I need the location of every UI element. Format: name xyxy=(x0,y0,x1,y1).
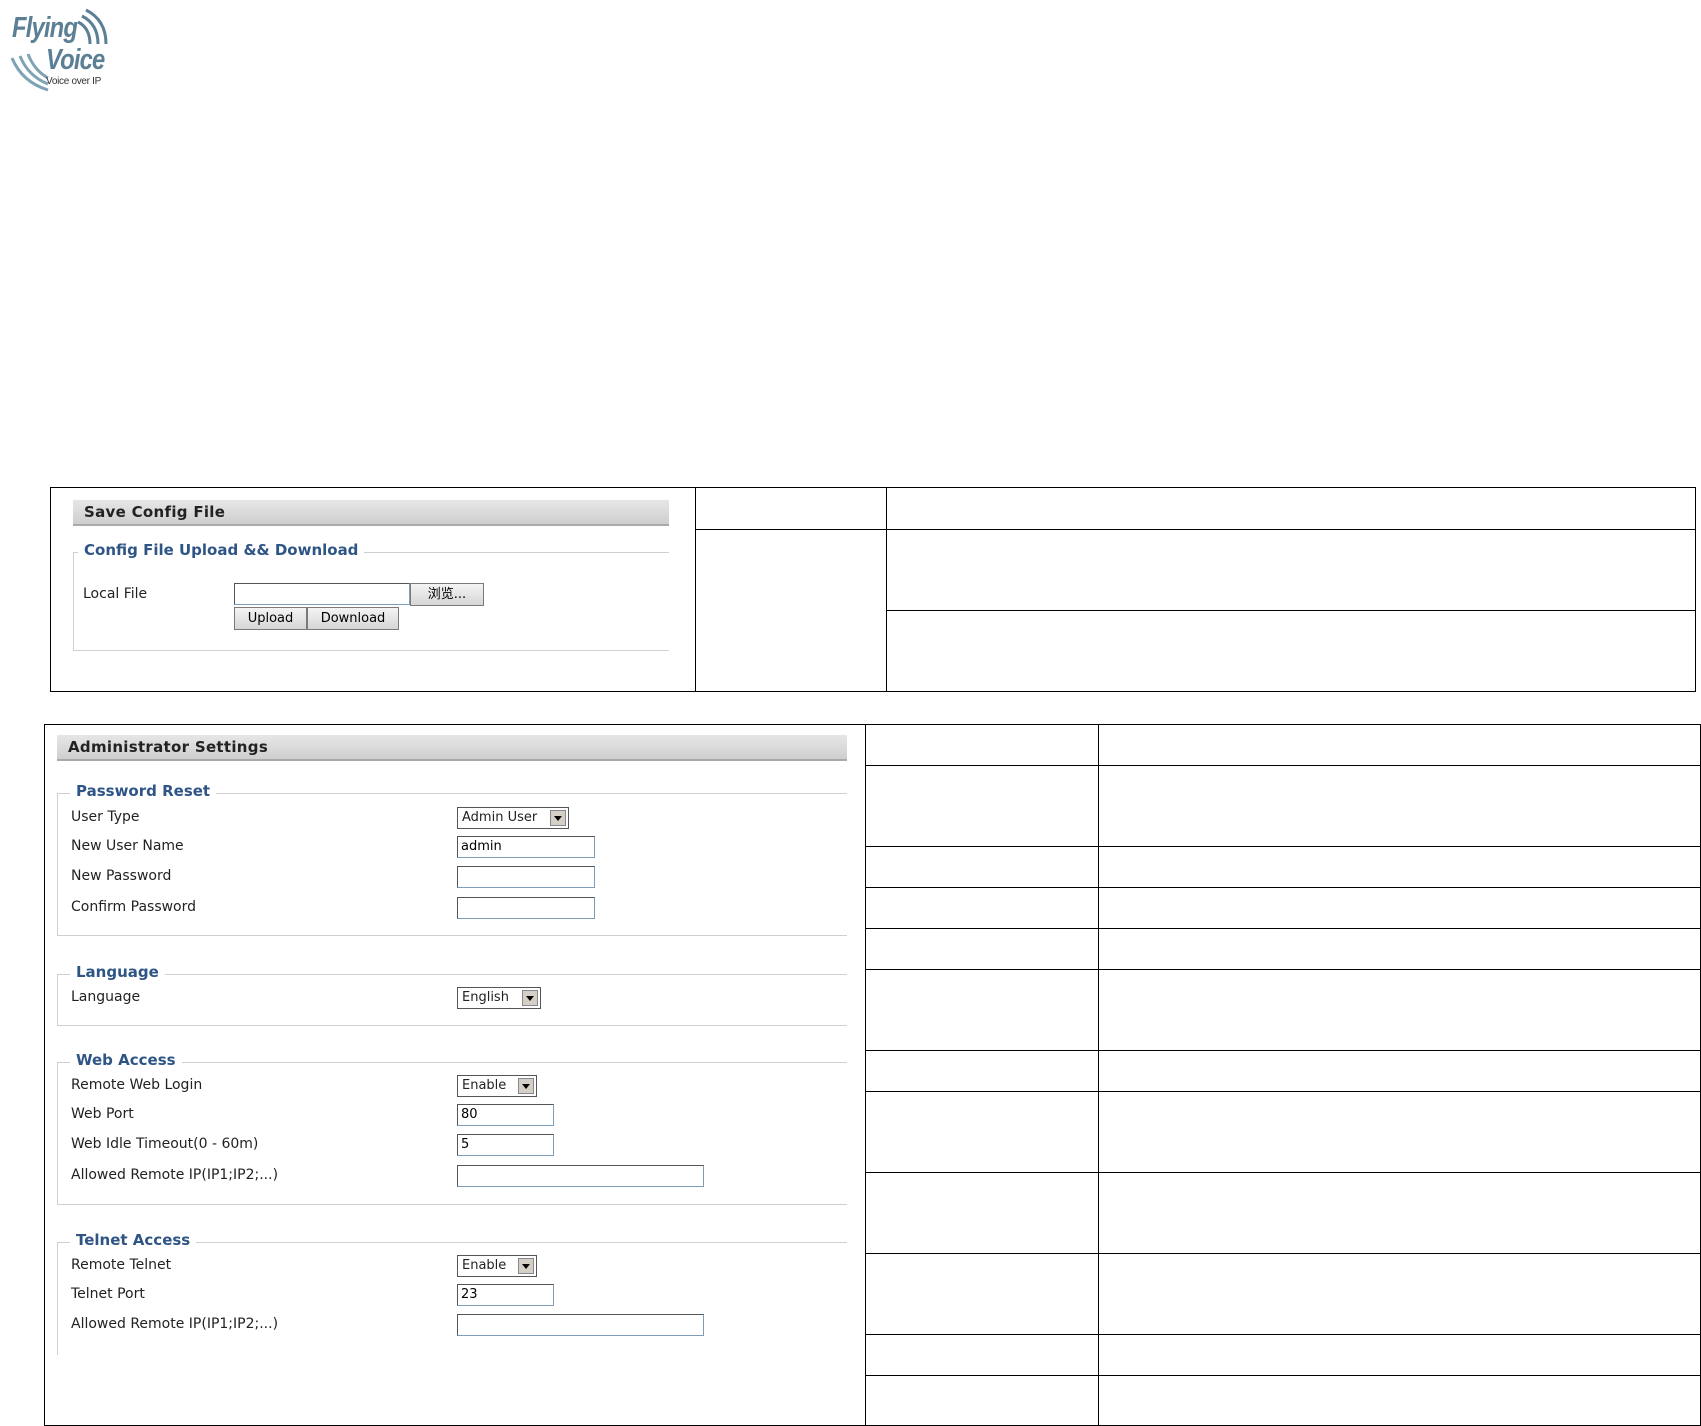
select-value: Enable xyxy=(462,1258,507,1273)
web-port-label: Web Port xyxy=(71,1106,134,1122)
telnet-port-label: Telnet Port xyxy=(71,1286,145,1302)
telnet-access-fieldset: Telnet Access xyxy=(57,1231,847,1355)
fieldset-legend: Telnet Access xyxy=(70,1231,197,1249)
chevron-down-icon xyxy=(550,810,566,826)
telnet-allowed-remote-ip-label: Allowed Remote IP(IP1;IP2;...) xyxy=(71,1316,279,1332)
table-divider xyxy=(865,1375,1700,1376)
logo-word-flying: Flying xyxy=(12,12,78,44)
table-divider xyxy=(865,846,1700,847)
table-divider xyxy=(865,1253,1700,1254)
logo-word-voice: Voice xyxy=(46,44,105,76)
new-password-input[interactable] xyxy=(457,866,595,888)
new-user-name-label: New User Name xyxy=(71,838,184,854)
chevron-down-icon xyxy=(518,1258,534,1274)
web-allowed-remote-ip-input[interactable] xyxy=(457,1165,704,1187)
telnet-allowed-remote-ip-input[interactable] xyxy=(457,1314,704,1336)
remote-web-login-label: Remote Web Login xyxy=(71,1077,203,1093)
logo-tagline: Voice over IP xyxy=(46,76,102,87)
flyingvoice-logo: Flying Voice Voice over IP xyxy=(8,6,118,92)
new-password-label: New Password xyxy=(71,868,172,884)
config-screenshot: Save Config File Config File Upload && D… xyxy=(73,500,669,670)
table-divider xyxy=(865,1172,1700,1173)
admin-screenshot: Administrator Settings Password Reset Us… xyxy=(57,735,847,1355)
table-divider xyxy=(865,765,1700,766)
upload-button[interactable]: Upload xyxy=(234,607,307,630)
table-divider xyxy=(865,725,866,1425)
remote-telnet-label: Remote Telnet xyxy=(71,1257,172,1273)
select-value: English xyxy=(462,990,509,1005)
table-divider xyxy=(865,969,1700,970)
language-select[interactable]: English xyxy=(457,987,541,1009)
admin-table: Administrator Settings Password Reset Us… xyxy=(44,724,1701,1426)
config-table: Save Config File Config File Upload && D… xyxy=(50,487,1696,692)
fieldset-legend: Language xyxy=(70,963,165,981)
browse-button[interactable]: 浏览... xyxy=(410,583,484,606)
table-divider xyxy=(1098,725,1099,1425)
web-idle-timeout-input[interactable]: 5 xyxy=(457,1134,554,1156)
local-file-input[interactable] xyxy=(234,583,410,605)
table-divider xyxy=(865,928,1700,929)
remote-telnet-select[interactable]: Enable xyxy=(457,1255,537,1277)
select-value: Admin User xyxy=(462,810,538,825)
table-divider xyxy=(695,529,1695,530)
panel-title: Administrator Settings xyxy=(57,735,847,761)
table-divider xyxy=(886,488,887,691)
web-allowed-remote-ip-label: Allowed Remote IP(IP1;IP2;...) xyxy=(71,1167,279,1183)
language-fieldset: Language xyxy=(57,963,847,1026)
user-type-select[interactable]: Admin User xyxy=(457,807,569,829)
confirm-password-label: Confirm Password xyxy=(71,899,197,915)
table-divider xyxy=(865,887,1700,888)
fieldset-legend: Password Reset xyxy=(70,782,217,800)
table-divider xyxy=(886,610,1695,611)
table-divider xyxy=(865,1334,1700,1335)
select-value: Enable xyxy=(462,1078,507,1093)
user-type-label: User Type xyxy=(71,809,140,825)
new-user-name-input[interactable]: admin xyxy=(457,836,595,858)
web-port-input[interactable]: 80 xyxy=(457,1104,554,1126)
web-idle-timeout-label: Web Idle Timeout(0 - 60m) xyxy=(71,1136,259,1152)
chevron-down-icon xyxy=(522,990,538,1006)
chevron-down-icon xyxy=(518,1078,534,1094)
confirm-password-input[interactable] xyxy=(457,897,595,919)
fieldset-legend: Web Access xyxy=(70,1051,182,1069)
remote-web-login-select[interactable]: Enable xyxy=(457,1075,537,1097)
download-button[interactable]: Download xyxy=(307,607,399,630)
panel-title: Save Config File xyxy=(73,500,669,526)
table-divider xyxy=(865,1050,1700,1051)
language-label: Language xyxy=(71,989,141,1005)
table-divider xyxy=(695,488,696,691)
table-divider xyxy=(865,1091,1700,1092)
fieldset-legend: Config File Upload && Download xyxy=(78,541,365,559)
telnet-port-input[interactable]: 23 xyxy=(457,1284,554,1306)
local-file-label: Local File xyxy=(83,586,148,602)
